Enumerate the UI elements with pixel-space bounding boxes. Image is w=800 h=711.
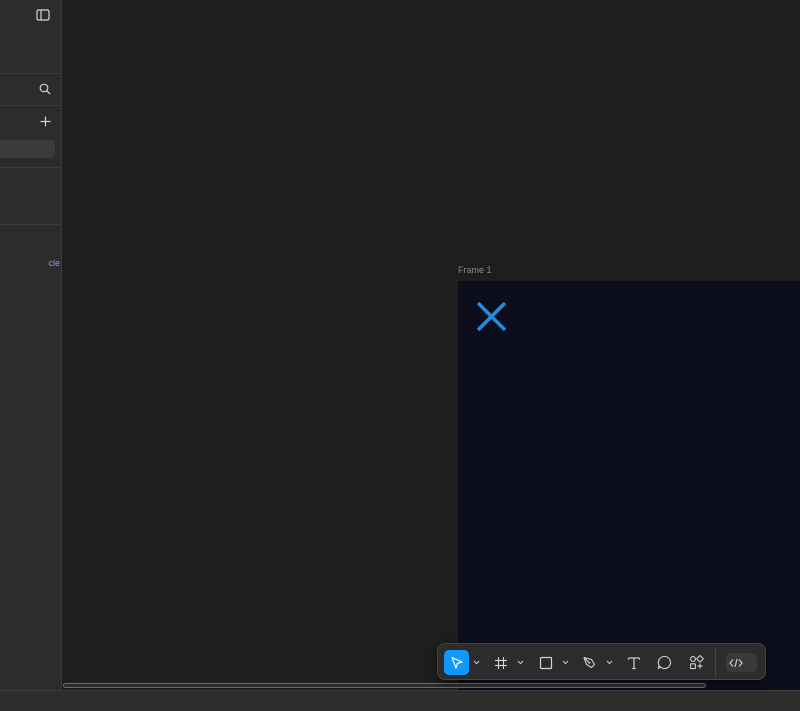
tools-toolbar	[437, 643, 766, 680]
frame-1[interactable]	[458, 281, 800, 690]
toolbar-separator	[715, 648, 716, 677]
sidebar-divider	[0, 105, 61, 106]
chevron-down-icon	[606, 660, 613, 665]
search-icon	[39, 83, 51, 95]
frame-hash-icon	[494, 656, 508, 670]
add-page-button[interactable]	[36, 112, 54, 130]
pen-nib-icon	[582, 655, 597, 670]
sidebar-divider	[0, 73, 61, 74]
layer-item[interactable]: cle	[0, 256, 60, 270]
text-tool-button[interactable]	[621, 650, 646, 675]
comment-tool-button[interactable]	[652, 650, 677, 675]
layer-item-label: cle	[48, 258, 60, 268]
panel-toggle-icon	[36, 9, 50, 21]
dev-mode-toggle[interactable]	[726, 653, 757, 672]
close-x-vector-icon[interactable]	[474, 299, 510, 335]
chevron-down-icon	[473, 660, 480, 665]
pen-tool-button[interactable]	[577, 650, 602, 675]
plus-icon	[40, 116, 51, 127]
bottom-strip	[0, 690, 800, 711]
chevron-down-icon	[562, 660, 569, 665]
comment-bubble-icon	[657, 655, 672, 670]
shape-tool-menu-button[interactable]	[561, 658, 569, 666]
actions-tool-button[interactable]	[684, 650, 709, 675]
left-sidebar: cle	[0, 0, 62, 690]
components-icon	[689, 655, 704, 670]
search-layers-button[interactable]	[36, 80, 54, 98]
move-tool-menu-button[interactable]	[472, 658, 480, 666]
frame-label[interactable]: Frame 1	[458, 265, 492, 276]
frame-tool-menu-button[interactable]	[516, 658, 524, 666]
text-t-icon	[627, 656, 641, 670]
move-tool-button[interactable]	[444, 650, 469, 675]
chevron-down-icon	[517, 660, 524, 665]
pen-tool-menu-button[interactable]	[605, 658, 613, 666]
horizontal-scrollbar[interactable]	[63, 683, 706, 688]
frame-tool-button[interactable]	[488, 650, 513, 675]
sidebar-toggle-button[interactable]	[34, 6, 52, 24]
sidebar-divider	[0, 224, 61, 225]
cursor-arrow-icon	[450, 656, 464, 670]
shape-tool-button[interactable]	[533, 650, 558, 675]
page-list-item-selected[interactable]	[0, 140, 55, 158]
rectangle-icon	[539, 656, 553, 670]
code-brackets-icon	[727, 654, 744, 671]
sidebar-divider	[0, 167, 61, 168]
